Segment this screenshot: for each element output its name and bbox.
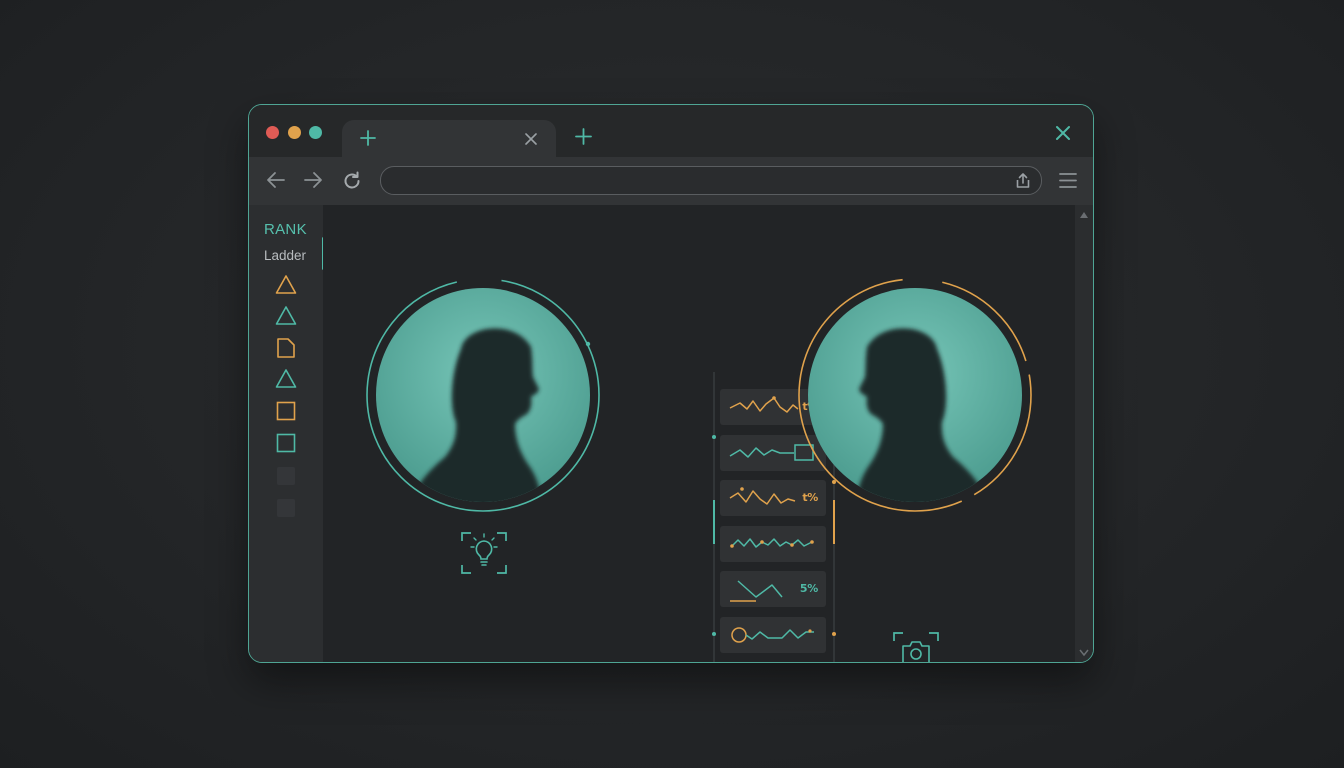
lightbulb-icon[interactable] — [460, 531, 508, 575]
sidebar-item-ladder[interactable]: Ladder — [264, 248, 306, 263]
metric-card[interactable] — [720, 662, 826, 663]
metric-value: 5% — [799, 582, 818, 595]
browser-tab[interactable] — [342, 120, 556, 157]
player-left-avatar[interactable] — [365, 277, 601, 513]
sidebar: RANK Ladder — [249, 205, 325, 662]
close-icon[interactable] — [525, 133, 537, 145]
triangle-icon[interactable] — [275, 368, 297, 390]
chevron-up-icon[interactable] — [1079, 210, 1089, 220]
maximize-dot[interactable] — [309, 126, 322, 139]
square-icon[interactable] — [275, 400, 297, 422]
arrow-right-icon[interactable] — [303, 171, 323, 189]
close-icon[interactable] — [1055, 125, 1071, 141]
sidebar-title: RANK — [264, 221, 307, 238]
chevron-down-icon[interactable] — [1079, 647, 1089, 657]
empty-slot[interactable] — [277, 467, 295, 485]
main-content: t% t% — [323, 205, 1075, 662]
square-icon[interactable] — [275, 432, 297, 454]
scrollbar[interactable] — [1075, 205, 1093, 662]
tab-bar — [249, 105, 1093, 157]
metric-card[interactable]: 5% — [720, 571, 826, 607]
triangle-icon[interactable] — [275, 305, 297, 327]
sparkline-chart — [731, 627, 814, 643]
browser-window: RANK Ladder t% 5% — [248, 104, 1094, 663]
reload-icon[interactable] — [342, 171, 362, 191]
metric-card[interactable] — [720, 617, 826, 653]
address-bar[interactable] — [380, 166, 1042, 195]
empty-slot[interactable] — [277, 499, 295, 517]
arrow-left-icon[interactable] — [266, 171, 286, 189]
toolbar — [249, 157, 1093, 205]
plus-icon — [360, 130, 376, 146]
sparkline-chart — [730, 538, 814, 548]
player-right-avatar[interactable] — [797, 277, 1033, 513]
plus-icon[interactable] — [575, 128, 592, 145]
camera-icon[interactable] — [892, 631, 940, 663]
triangle-icon[interactable] — [275, 274, 297, 296]
hamburger-icon[interactable] — [1058, 172, 1078, 189]
metric-card[interactable] — [720, 526, 826, 562]
document-icon[interactable] — [275, 337, 297, 359]
share-icon[interactable] — [1015, 172, 1031, 189]
sparkline-chart — [720, 662, 826, 663]
minimize-dot[interactable] — [288, 126, 301, 139]
close-dot[interactable] — [266, 126, 279, 139]
